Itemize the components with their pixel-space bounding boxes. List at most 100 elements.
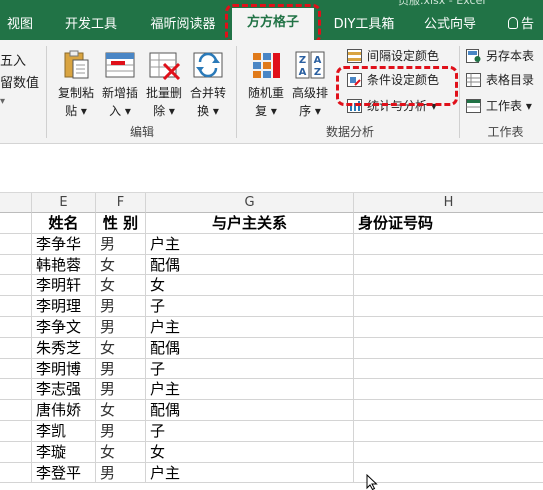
grid-cell[interactable] xyxy=(0,400,32,421)
id-cell[interactable] xyxy=(354,317,543,338)
random-repeat-icon xyxy=(253,53,280,78)
worksheet-icon xyxy=(466,99,481,113)
worksheet-group-label: 工作表 xyxy=(487,125,524,139)
name-cell[interactable]: 李登平 xyxy=(32,462,96,484)
gender-cell[interactable]: 男 xyxy=(96,296,146,317)
keep-value-button-partial[interactable]: 留数值 xyxy=(0,72,39,91)
column-header-g[interactable]: G xyxy=(146,193,354,213)
relation-cell[interactable]: 子 xyxy=(146,358,354,380)
tab-formula-wizard[interactable]: 公式向导 xyxy=(412,12,488,38)
table-directory-icon xyxy=(466,73,481,87)
spreadsheet-grid[interactable]: 姓名 性 别 与户主关系 身份证号码 李争华 男 户主 韩艳蓉 女 配偶 李明轩… xyxy=(0,213,543,490)
advanced-sort-button[interactable]: Z A A Z 高级排 序 ▾ xyxy=(289,46,331,130)
grid-cell[interactable] xyxy=(0,254,32,276)
mouse-cursor-icon xyxy=(366,474,378,490)
name-cell[interactable]: 李凯 xyxy=(32,421,96,442)
grid-cell[interactable] xyxy=(0,379,32,401)
gender-cell[interactable]: 女 xyxy=(96,441,146,463)
name-cell[interactable]: 李明博 xyxy=(32,358,96,380)
tab-developer[interactable]: 开发工具 xyxy=(52,12,130,38)
merge-convert-button[interactable]: 合并转 换 ▾ xyxy=(187,46,229,130)
gender-cell[interactable]: 女 xyxy=(96,254,146,276)
grid-cell[interactable] xyxy=(0,275,32,297)
id-cell[interactable] xyxy=(354,421,543,442)
gender-cell[interactable]: 男 xyxy=(96,358,146,380)
round-button-partial[interactable]: 五入 xyxy=(0,50,26,69)
relation-cell[interactable]: 户主 xyxy=(146,317,354,338)
random-repeat-button[interactable]: 随机重 复 ▾ xyxy=(245,46,287,130)
batch-delete-button[interactable]: 批量删 除 ▾ xyxy=(143,46,185,130)
id-cell[interactable] xyxy=(354,463,543,484)
header-gender[interactable]: 性 别 xyxy=(96,213,146,234)
gender-cell[interactable]: 男 xyxy=(96,317,146,338)
relation-cell[interactable]: 女 xyxy=(146,441,354,463)
id-cell[interactable] xyxy=(354,234,543,255)
sheet-directory-button[interactable]: 表格目录 xyxy=(466,70,534,90)
tell-me-search[interactable]: 告 xyxy=(508,12,534,38)
id-cell[interactable] xyxy=(354,275,543,297)
relation-cell[interactable]: 配偶 xyxy=(146,400,354,421)
relation-cell[interactable]: 配偶 xyxy=(146,337,354,359)
relation-cell[interactable]: 户主 xyxy=(146,462,354,484)
name-cell[interactable]: 李明理 xyxy=(32,296,96,317)
relation-cell[interactable]: 女 xyxy=(146,275,354,297)
relation-cell[interactable]: 户主 xyxy=(146,233,354,255)
name-cell[interactable]: 唐伟娇 xyxy=(32,400,96,421)
gender-cell[interactable]: 男 xyxy=(96,462,146,484)
grid-cell[interactable] xyxy=(0,337,32,359)
grid-cell[interactable] xyxy=(0,358,32,380)
table-row: 李明理 男 子 xyxy=(0,296,543,317)
tab-view[interactable]: 视图 xyxy=(0,12,40,38)
id-cell[interactable] xyxy=(354,400,543,421)
tab-foxit[interactable]: 福昕阅读器 xyxy=(140,12,226,38)
save-sheet-as-button[interactable]: 另存本表 xyxy=(466,46,534,66)
insert-button[interactable]: 新增插 入 ▾ xyxy=(99,46,141,130)
name-cell[interactable]: 李争华 xyxy=(32,233,96,255)
header-name[interactable]: 姓名 xyxy=(32,213,96,234)
gender-cell[interactable]: 男 xyxy=(96,421,146,442)
id-cell[interactable] xyxy=(354,379,543,401)
column-header-h[interactable]: H xyxy=(354,193,543,213)
worksheet-menu-button[interactable]: 工作表 ▾ xyxy=(466,96,532,116)
gender-cell[interactable]: 男 xyxy=(96,379,146,401)
gender-cell[interactable]: 男 xyxy=(96,233,146,255)
column-header-partial[interactable] xyxy=(0,193,32,213)
id-cell[interactable] xyxy=(354,442,543,463)
column-header-e[interactable]: E xyxy=(32,193,96,213)
gender-cell[interactable]: 女 xyxy=(96,275,146,297)
delete-table-icon xyxy=(149,52,181,80)
name-cell[interactable]: 李璇 xyxy=(32,441,96,463)
grid-cell[interactable] xyxy=(0,462,32,484)
gender-cell[interactable]: 女 xyxy=(96,337,146,359)
ribbon: 五入 留数值 ▾ 复制粘 贴 ▾ 新增插 入 ▾ 批量删 除 ▾ 合并转 换 ▾… xyxy=(0,40,543,144)
name-cell[interactable]: 朱秀芝 xyxy=(32,337,96,359)
relation-cell[interactable]: 子 xyxy=(146,421,354,442)
grid-cell[interactable] xyxy=(0,233,32,255)
id-cell[interactable] xyxy=(354,296,543,317)
grid-cell[interactable] xyxy=(0,213,32,234)
name-cell[interactable]: 李志强 xyxy=(32,379,96,401)
relation-cell[interactable]: 子 xyxy=(146,296,354,317)
id-cell[interactable] xyxy=(354,255,543,276)
name-cell[interactable]: 李争文 xyxy=(32,317,96,338)
interval-color-button[interactable]: 间隔设定颜色 xyxy=(347,46,439,66)
grid-cell[interactable] xyxy=(0,317,32,338)
column-header-f[interactable]: F xyxy=(96,193,146,213)
grid-cell[interactable] xyxy=(0,441,32,463)
advanced-sort-label: 高级排 序 ▾ xyxy=(291,86,328,118)
header-id-number[interactable]: 身份证号码 xyxy=(354,213,543,234)
id-cell[interactable] xyxy=(354,338,543,359)
formula-bar-area[interactable] xyxy=(0,144,543,193)
gender-cell[interactable]: 女 xyxy=(96,400,146,421)
copy-paste-button[interactable]: 复制粘 贴 ▾ xyxy=(55,46,97,130)
worksheet-menu-label: 工作表 ▾ xyxy=(486,99,532,113)
relation-cell[interactable]: 户主 xyxy=(146,379,354,401)
grid-cell[interactable] xyxy=(0,296,32,317)
id-cell[interactable] xyxy=(354,359,543,380)
grid-cell[interactable] xyxy=(0,421,32,442)
tab-diy-toolbox[interactable]: DIY工具箱 xyxy=(322,12,406,38)
header-relation[interactable]: 与户主关系 xyxy=(146,213,354,234)
name-cell[interactable]: 韩艳蓉 xyxy=(32,254,96,276)
relation-cell[interactable]: 配偶 xyxy=(146,254,354,276)
name-cell[interactable]: 李明轩 xyxy=(32,275,96,297)
